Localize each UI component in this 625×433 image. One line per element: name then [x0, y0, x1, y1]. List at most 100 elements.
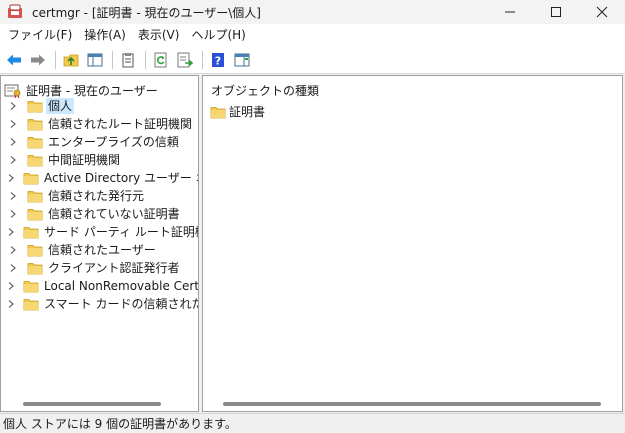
- folder-icon: [210, 106, 226, 118]
- main-content: 証明書 - 現在のユーザー 個人信頼されたルート証明機関 エンタープライズの信頼中…: [0, 75, 625, 412]
- tree-node[interactable]: エンタープライズの信頼: [1, 133, 198, 151]
- menu-action[interactable]: 操作(A): [78, 24, 132, 46]
- forward-button[interactable]: [27, 49, 49, 71]
- menu-file[interactable]: ファイル(F): [2, 24, 78, 46]
- menu-view[interactable]: 表示(V): [132, 24, 186, 46]
- tree-node-label: 中間証明機関: [48, 153, 121, 167]
- folder-icon: [23, 171, 39, 185]
- tree-node[interactable]: 中間証明機関: [1, 151, 198, 169]
- refresh-button[interactable]: [150, 49, 172, 71]
- maximize-icon: [551, 7, 561, 17]
- folder-icon: [23, 279, 39, 293]
- toolbar-separator: [202, 50, 203, 69]
- chevron-right-icon[interactable]: [7, 191, 19, 201]
- folder-icon: [23, 225, 39, 239]
- folder-icon: [27, 243, 43, 257]
- tree-node[interactable]: クライアント認証発行者: [1, 259, 198, 277]
- tree-node[interactable]: 個人: [1, 97, 198, 115]
- tree-node-label: スマート カードの信頼されたルート: [44, 297, 198, 311]
- up-folder-icon: [63, 54, 79, 66]
- column-header-object-type[interactable]: オブジェクトの種類: [211, 82, 319, 99]
- chevron-right-icon[interactable]: [7, 173, 15, 183]
- tree-node-label: クライアント認証発行者: [48, 261, 180, 275]
- tree-root-label: 証明書 - 現在のユーザー: [26, 83, 158, 98]
- tree-node[interactable]: スマート カードの信頼されたルート: [1, 295, 198, 313]
- maximize-button[interactable]: [533, 0, 579, 24]
- tree-node-label: Active Directory ユーザー オブジ: [44, 171, 198, 185]
- show-action-pane-icon: [234, 53, 250, 66]
- chevron-right-icon[interactable]: [7, 119, 19, 129]
- tree-list: 個人信頼されたルート証明機関 エンタープライズの信頼 中間証明機関 Active Di…: [1, 97, 198, 313]
- detail-pane: オブジェクトの種類 証明書: [202, 75, 623, 412]
- chevron-right-icon[interactable]: [7, 227, 15, 237]
- detail-item-label: 証明書: [229, 105, 266, 119]
- export-list-button[interactable]: [174, 49, 196, 71]
- export-list-icon: [177, 52, 193, 67]
- detail-item-certificates[interactable]: 証明書: [210, 103, 265, 120]
- folder-icon: [27, 135, 43, 149]
- up-one-level-button[interactable]: [60, 49, 82, 71]
- tree-node-label: 個人: [46, 98, 75, 114]
- toolbar-separator: [145, 50, 146, 69]
- close-icon: [596, 6, 608, 18]
- minimize-button[interactable]: [487, 0, 533, 24]
- folder-icon: [27, 261, 43, 275]
- tree-node-label: エンタープライズの信頼: [48, 135, 179, 149]
- toolbar-separator: [55, 50, 56, 69]
- tree-horizontal-scrollbar[interactable]: [23, 402, 161, 406]
- folder-icon: [27, 117, 43, 131]
- forward-arrow-icon: [31, 54, 45, 65]
- tree-pane: 証明書 - 現在のユーザー 個人信頼されたルート証明機関 エンタープライズの信頼中…: [0, 75, 199, 412]
- folder-icon: [27, 189, 43, 203]
- chevron-right-icon[interactable]: [7, 299, 15, 309]
- help-icon: ?: [212, 52, 224, 67]
- folder-icon: [27, 207, 43, 221]
- tree-node[interactable]: サード パーティ ルート証明機関: [1, 223, 198, 241]
- chevron-right-icon[interactable]: [7, 281, 15, 291]
- tree-node[interactable]: 信頼されたユーザー: [1, 241, 198, 259]
- show-hide-tree-button[interactable]: [84, 49, 106, 71]
- tree-node-label: Local NonRemovable Certifica: [44, 279, 199, 293]
- title-bar: certmgr - [証明書 - 現在のユーザー\個人]: [0, 0, 625, 24]
- tree-node-label: サード パーティ ルート証明機関: [44, 225, 198, 239]
- tree-node[interactable]: 信頼された発行元: [1, 187, 198, 205]
- tree-node-label: 信頼されたユーザー: [48, 243, 156, 257]
- close-button[interactable]: [579, 0, 625, 24]
- chevron-right-icon[interactable]: [7, 209, 19, 219]
- toolbar: ?: [0, 46, 625, 74]
- certmgr-app-icon: [6, 4, 24, 20]
- back-button[interactable]: [3, 49, 25, 71]
- svg-text:?: ?: [215, 54, 221, 67]
- tree-node-label: 信頼されていない証明書: [48, 207, 180, 221]
- chevron-right-icon[interactable]: [7, 245, 19, 255]
- menu-bar: ファイル(F) 操作(A) 表示(V) ヘルプ(H): [0, 24, 625, 46]
- status-bar: 個人 ストアには 9 個の証明書があります。: [0, 413, 625, 433]
- toolbar-separator: [112, 50, 113, 69]
- chevron-right-icon[interactable]: [7, 101, 19, 111]
- folder-icon: [27, 99, 43, 113]
- tree-node[interactable]: Local NonRemovable Certifica: [1, 277, 198, 295]
- show-hide-tree-icon: [87, 53, 103, 66]
- minimize-icon: [505, 11, 515, 13]
- status-text: 個人 ストアには 9 個の証明書があります。: [3, 417, 237, 431]
- show-action-pane-button[interactable]: [231, 49, 253, 71]
- tree-node[interactable]: Active Directory ユーザー オブジ: [1, 169, 198, 187]
- tree-node-label: 信頼された発行元: [48, 189, 145, 203]
- chevron-right-icon[interactable]: [7, 263, 19, 273]
- detail-horizontal-scrollbar[interactable]: [223, 402, 601, 406]
- refresh-icon: [154, 52, 167, 67]
- menu-help[interactable]: ヘルプ(H): [185, 24, 251, 46]
- tree-node[interactable]: 信頼されたルート証明機関: [1, 115, 198, 133]
- chevron-right-icon[interactable]: [7, 155, 19, 165]
- back-arrow-icon: [7, 54, 21, 65]
- tree-node-label: 信頼されたルート証明機関: [48, 117, 193, 131]
- folder-icon: [27, 153, 43, 167]
- help-button[interactable]: ?: [207, 49, 229, 71]
- folder-icon: [23, 297, 39, 311]
- chevron-right-icon[interactable]: [7, 137, 19, 147]
- window-title: certmgr - [証明書 - 現在のユーザー\個人]: [32, 5, 261, 20]
- properties-button[interactable]: [117, 49, 139, 71]
- properties-icon: [122, 52, 134, 67]
- tree-node[interactable]: 信頼されていない証明書: [1, 205, 198, 223]
- certificates-snapin-icon: [4, 84, 21, 98]
